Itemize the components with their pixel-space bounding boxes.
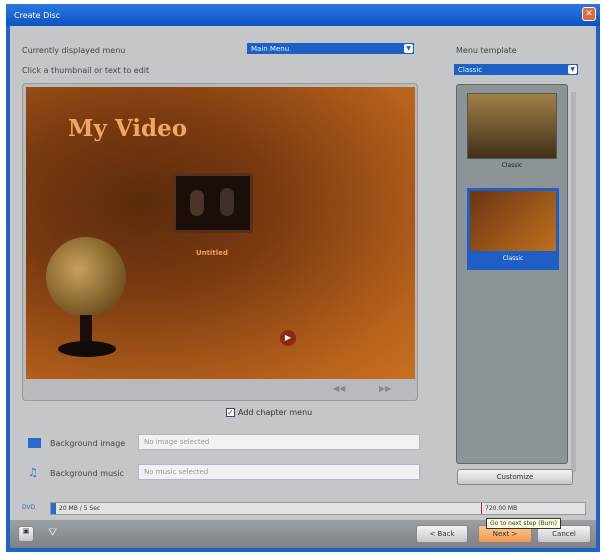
- chapter-thumbnail[interactable]: [173, 173, 253, 233]
- hint-text: Click a thumbnail or text to edit: [22, 66, 150, 75]
- disc-capacity: 720.00 MB: [485, 505, 518, 512]
- background-image-label: Background image: [50, 439, 126, 448]
- title-bar: Create Disc ✕: [6, 4, 600, 26]
- next-tooltip: Go to next step (Burn): [486, 518, 562, 529]
- 2d-view-icon[interactable]: ▣: [18, 526, 34, 542]
- disc-usage-used: 20 MB / 5 Sec: [59, 505, 101, 512]
- template-select-value: Classic: [458, 66, 483, 74]
- background-music-field[interactable]: No music selected: [138, 464, 420, 480]
- menu-select[interactable]: Main Menu ▼: [247, 43, 414, 54]
- disc-usage-fill: [51, 503, 56, 514]
- customize-button[interactable]: Customize: [457, 469, 573, 485]
- settings-icon[interactable]: ⛛: [48, 526, 57, 540]
- chevron-down-icon: ▼: [568, 65, 577, 74]
- menu-background[interactable]: My Video Untitled ▶: [26, 87, 415, 379]
- image-icon[interactable]: [28, 438, 41, 448]
- bottom-bar: ▣ ⛛ < Back Next > Cancel Go to next step…: [10, 518, 596, 548]
- play-icon[interactable]: ▶: [280, 330, 296, 346]
- chapter-label[interactable]: Untitled: [196, 249, 228, 257]
- next-icon[interactable]: ▶▶: [379, 384, 391, 393]
- back-button[interactable]: < Back: [416, 525, 468, 543]
- chevron-down-icon: ▼: [404, 44, 413, 53]
- menu-preview: My Video Untitled ▶ ◀◀ ▶▶: [22, 83, 418, 401]
- window-title: Create Disc: [14, 11, 61, 20]
- add-chapter-menu-checkbox[interactable]: ✓ Add chapter menu: [226, 408, 312, 417]
- background-image-field[interactable]: No image selected: [138, 434, 420, 450]
- close-button[interactable]: ✕: [582, 7, 596, 21]
- checkbox-checked-icon: ✓: [226, 408, 235, 417]
- template-list: Classic Classic: [456, 84, 568, 464]
- template-item-label: Classic: [502, 255, 524, 262]
- template-item-label: Classic: [501, 162, 523, 169]
- disc-type-label: DVD: [22, 504, 36, 511]
- menu-title[interactable]: My Video: [68, 115, 187, 142]
- music-icon[interactable]: ♫: [28, 466, 41, 479]
- menu-select-value: Main Menu: [251, 45, 290, 53]
- create-disc-window: Create Disc ✕ Currently displayed menu M…: [6, 4, 600, 552]
- prev-icon[interactable]: ◀◀: [333, 384, 345, 393]
- template-thumbnail[interactable]: [467, 93, 557, 159]
- disc-usage-bar: 20 MB / 5 Sec 720.00 MB: [50, 502, 586, 515]
- template-thumbnail-selected[interactable]: Classic: [467, 188, 559, 270]
- template-select[interactable]: Classic ▼: [454, 64, 578, 75]
- menu-select-label: Currently displayed menu: [22, 46, 126, 55]
- template-scrollbar[interactable]: [571, 92, 576, 472]
- template-label: Menu template: [456, 46, 517, 55]
- background-music-label: Background music: [50, 469, 124, 478]
- globe-image: [46, 237, 126, 317]
- add-chapter-menu-label: Add chapter menu: [238, 408, 313, 417]
